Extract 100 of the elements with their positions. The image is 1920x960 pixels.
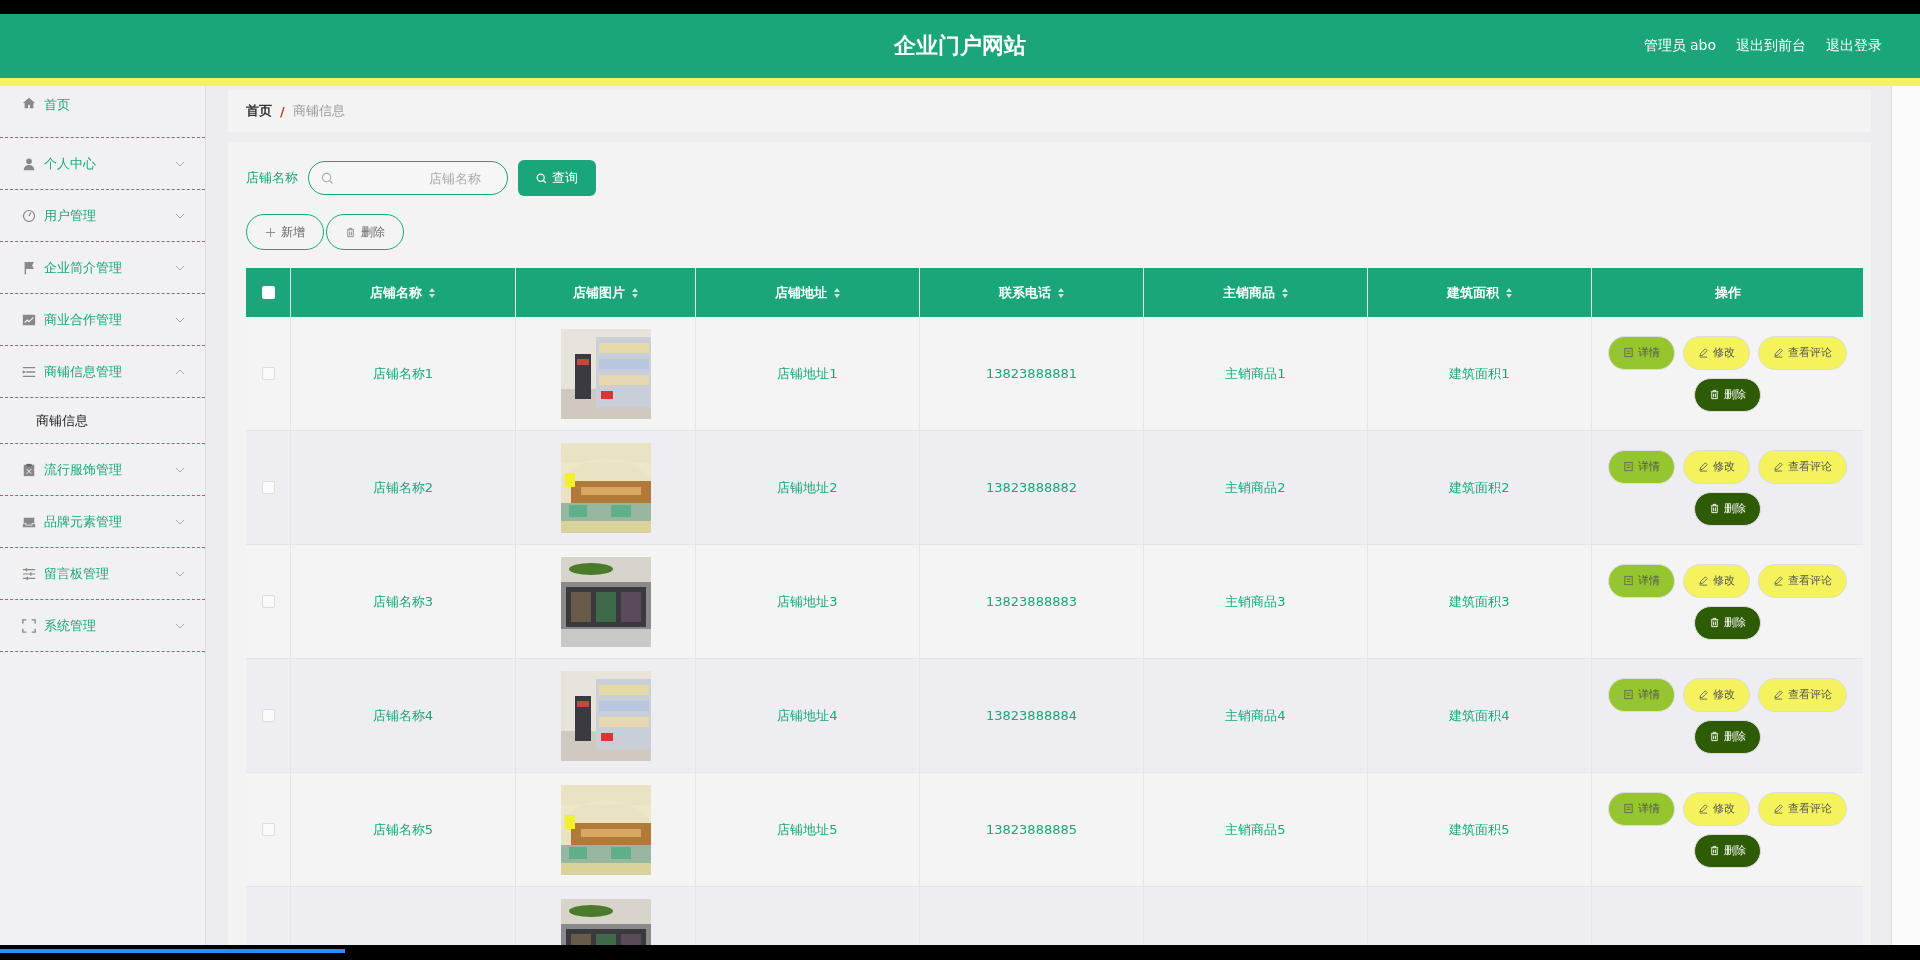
sidebar-item[interactable]: 首页 (0, 86, 205, 138)
trash-icon (345, 226, 356, 238)
column-header[interactable]: 联系电话 (998, 283, 1051, 302)
header-link[interactable]: 退出登录 (1826, 37, 1882, 55)
row-checkbox[interactable] (261, 367, 275, 380)
column-header[interactable]: 店铺图片 (572, 283, 625, 302)
table-cell: 13823888884 (986, 708, 1077, 723)
comments-button[interactable]: 查看评论 (1758, 677, 1847, 712)
sidebar-item[interactable]: 留言板管理 (0, 548, 205, 600)
search-button[interactable]: 查询 (518, 160, 596, 196)
edit-button[interactable]: 修改 (1683, 563, 1750, 598)
detail-button[interactable]: 详情 (1608, 677, 1675, 712)
sort-icon[interactable] (1504, 286, 1513, 299)
breadcrumb-item: 商铺信息 (292, 102, 345, 120)
pencil-icon (1773, 575, 1784, 586)
sort-icon[interactable] (630, 286, 639, 299)
table-cell: 店铺地址5 (777, 820, 838, 839)
table-cell: 建筑面积4 (1449, 706, 1510, 725)
delete-button[interactable]: 删除 (1694, 377, 1761, 412)
search-icon (321, 171, 334, 185)
column-header[interactable]: 店铺名称 (370, 283, 422, 302)
edit-button[interactable]: 修改 (1683, 449, 1750, 484)
trash-icon (1709, 617, 1720, 628)
delete-button[interactable]: 删除 (1694, 833, 1761, 868)
sort-icon[interactable] (1056, 286, 1065, 299)
delete-button[interactable]: 删除 (326, 214, 404, 250)
table-cell: 店铺名称1 (372, 364, 434, 383)
detail-button[interactable]: 详情 (1608, 791, 1675, 826)
column-header[interactable]: 建筑面积 (1446, 283, 1499, 302)
table-cell: 店铺地址2 (777, 478, 838, 497)
breadcrumb-item[interactable]: 首页 (246, 102, 272, 120)
pencil-icon (1773, 803, 1784, 814)
frame-icon (22, 618, 36, 633)
clipboard-icon (22, 462, 36, 477)
sidebar-subitem[interactable]: 商铺信息 (0, 398, 205, 444)
trash-icon (1709, 503, 1720, 514)
sort-icon[interactable] (1280, 286, 1289, 299)
table-cell: 13823888885 (986, 822, 1077, 837)
sidebar-item[interactable]: 商业合作管理 (0, 294, 205, 346)
delete-button[interactable]: 删除 (1694, 491, 1761, 526)
gauge-icon (22, 208, 36, 223)
sort-icon[interactable] (832, 286, 841, 299)
chevron-icon (175, 518, 185, 525)
table-cell: 店铺名称2 (372, 478, 434, 497)
list-icon (22, 364, 36, 379)
sidebar-item[interactable]: 品牌元素管理 (0, 496, 205, 548)
detail-button[interactable]: 详情 (1608, 563, 1675, 598)
table-cell: 建筑面积2 (1449, 478, 1510, 497)
table-cell: 建筑面积5 (1449, 820, 1510, 839)
detail-button[interactable]: 详情 (1608, 449, 1675, 484)
row-checkbox[interactable] (261, 709, 275, 722)
column-header: 操作 (1714, 283, 1741, 302)
sliders-icon (22, 566, 36, 581)
sidebar-item[interactable]: 商铺信息管理 (0, 346, 205, 398)
row-checkbox[interactable] (261, 595, 275, 608)
add-button[interactable]: 新增 (246, 214, 324, 250)
row-checkbox[interactable] (261, 481, 275, 494)
pencil-icon (1698, 347, 1709, 358)
table-cell: 店铺名称5 (372, 820, 434, 839)
column-header[interactable]: 主销商品 (1222, 283, 1275, 302)
comments-button[interactable]: 查看评论 (1758, 563, 1847, 598)
table-cell: 店铺地址1 (777, 364, 838, 383)
document-icon (1623, 461, 1634, 472)
table-cell: 店铺名称4 (372, 706, 434, 725)
comments-button[interactable]: 查看评论 (1758, 335, 1847, 370)
document-icon (1623, 689, 1634, 700)
comments-button[interactable]: 查看评论 (1758, 449, 1847, 484)
sidebar-item[interactable]: 流行服饰管理 (0, 444, 205, 496)
chevron-icon (175, 466, 185, 473)
table-cell: 店铺地址4 (777, 706, 838, 725)
edit-button[interactable]: 修改 (1683, 677, 1750, 712)
search-input[interactable]: 店铺名称 (334, 169, 495, 187)
table-cell: 13823888882 (986, 480, 1077, 495)
chevron-icon (175, 264, 185, 271)
detail-button[interactable]: 详情 (1608, 335, 1675, 370)
header-checkbox[interactable] (261, 286, 275, 299)
search-field[interactable]: 店铺名称 (308, 161, 508, 195)
edit-button[interactable]: 修改 (1683, 791, 1750, 826)
site-title: 企业门户网站 (894, 32, 1026, 60)
sidebar-item[interactable]: 用户管理 (0, 190, 205, 242)
table-cell: 主销商品5 (1225, 820, 1286, 839)
search-icon (536, 172, 547, 184)
table-cell: 店铺地址3 (777, 592, 838, 611)
table-cell: 主销商品4 (1225, 706, 1286, 725)
scrollbar[interactable] (1891, 86, 1920, 945)
table-cell: 建筑面积3 (1449, 592, 1510, 611)
comments-button[interactable]: 查看评论 (1758, 791, 1847, 826)
home-icon (22, 96, 36, 110)
sidebar-item[interactable]: 个人中心 (0, 138, 205, 190)
delete-button[interactable]: 删除 (1694, 605, 1761, 640)
sidebar-item[interactable]: 企业简介管理 (0, 242, 205, 294)
delete-button[interactable]: 删除 (1694, 719, 1761, 754)
pencil-icon (1698, 689, 1709, 700)
column-header[interactable]: 店铺地址 (774, 283, 827, 302)
pencil-icon (1698, 803, 1709, 814)
edit-button[interactable]: 修改 (1683, 335, 1750, 370)
row-checkbox[interactable] (261, 823, 275, 836)
sidebar-item[interactable]: 系统管理 (0, 600, 205, 652)
sort-icon[interactable] (428, 286, 436, 299)
header-link[interactable]: 退出到前台 (1736, 37, 1806, 55)
